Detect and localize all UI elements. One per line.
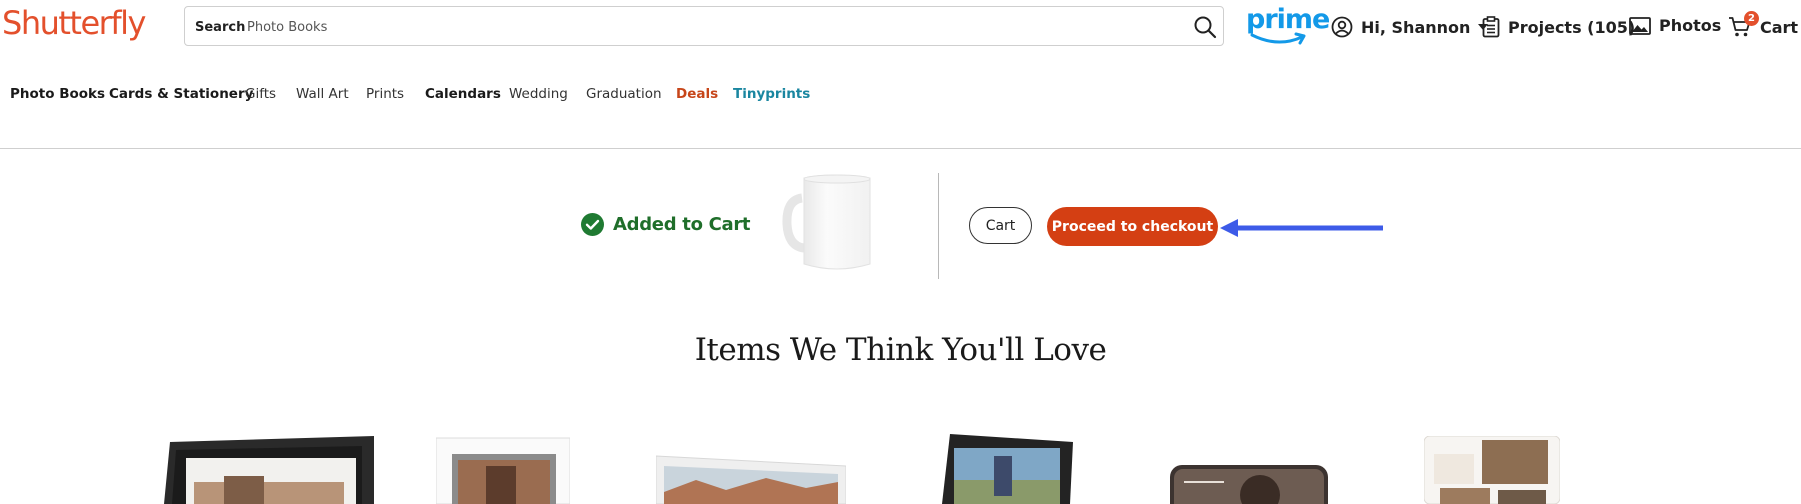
user-circle-icon	[1331, 16, 1353, 38]
nav-deals[interactable]: Deals	[676, 86, 718, 102]
product-image	[1170, 465, 1328, 504]
header-divider	[0, 148, 1801, 149]
product-thumbnail[interactable]	[656, 452, 846, 504]
added-to-cart-text: Added to Cart	[613, 214, 751, 235]
annotation-arrow	[1220, 219, 1383, 237]
projects-label: Projects (105)	[1508, 17, 1636, 37]
check-circle-icon	[581, 213, 604, 236]
nav-calendars[interactable]: Calendars	[425, 86, 501, 102]
shutterfly-logo[interactable]: Shutterfly	[2, 4, 146, 42]
nav-gifts[interactable]: Gifts	[245, 86, 276, 102]
search-label: Search	[195, 20, 246, 35]
prime-smile-icon	[1250, 32, 1306, 45]
vertical-divider	[938, 173, 939, 279]
prime-text: prime	[1246, 4, 1330, 35]
product-thumbnail[interactable]	[1424, 436, 1560, 504]
cart-link[interactable]: Cart	[1728, 16, 1798, 38]
search-icon[interactable]	[1193, 15, 1217, 39]
product-thumbnail[interactable]	[1170, 465, 1328, 504]
photo-icon	[1629, 16, 1651, 35]
projects-link[interactable]: Projects (105)	[1482, 16, 1635, 38]
added-to-cart-status: Added to Cart	[581, 213, 751, 236]
product-image	[436, 437, 570, 504]
product-thumbnail[interactable]	[436, 436, 570, 504]
product-image	[942, 434, 1073, 504]
proceed-to-checkout-button[interactable]: Proceed to checkout	[1047, 207, 1218, 246]
nav-graduation[interactable]: Graduation	[586, 86, 662, 102]
search-input[interactable]: Photo Books	[247, 20, 327, 35]
nav-tinyprints[interactable]: Tinyprints	[733, 86, 810, 102]
nav-prints[interactable]: Prints	[366, 86, 404, 102]
photos-link[interactable]: Photos	[1629, 16, 1721, 35]
search-bar[interactable]: Search Photo Books	[184, 6, 1224, 46]
mug-image	[782, 174, 871, 270]
product-image	[164, 436, 374, 504]
prime-badge[interactable]: prime	[1246, 4, 1330, 45]
clipboard-icon	[1482, 16, 1500, 38]
cart-label: Cart	[1760, 17, 1799, 37]
nav-photo-books[interactable]: Photo Books	[10, 86, 105, 102]
nav-wall-art[interactable]: Wall Art	[296, 86, 349, 102]
view-cart-button[interactable]: Cart	[969, 207, 1032, 244]
account-menu[interactable]: Hi, Shannon	[1331, 16, 1489, 38]
nav-cards-stationery[interactable]: Cards & Stationery	[109, 86, 253, 102]
product-image	[1424, 436, 1560, 504]
account-greeting: Hi, Shannon	[1361, 17, 1471, 37]
product-image	[656, 455, 846, 504]
product-thumbnail[interactable]	[942, 434, 1073, 504]
cart-count-badge: 2	[1744, 11, 1759, 26]
nav-wedding[interactable]: Wedding	[509, 86, 568, 102]
site-header: Shutterfly Search Photo Books prime Hi, …	[0, 0, 1801, 60]
photos-label: Photos	[1659, 16, 1722, 35]
recommendations-title: Items We Think You'll Love	[694, 332, 1107, 368]
product-thumbnail[interactable]	[164, 436, 379, 504]
